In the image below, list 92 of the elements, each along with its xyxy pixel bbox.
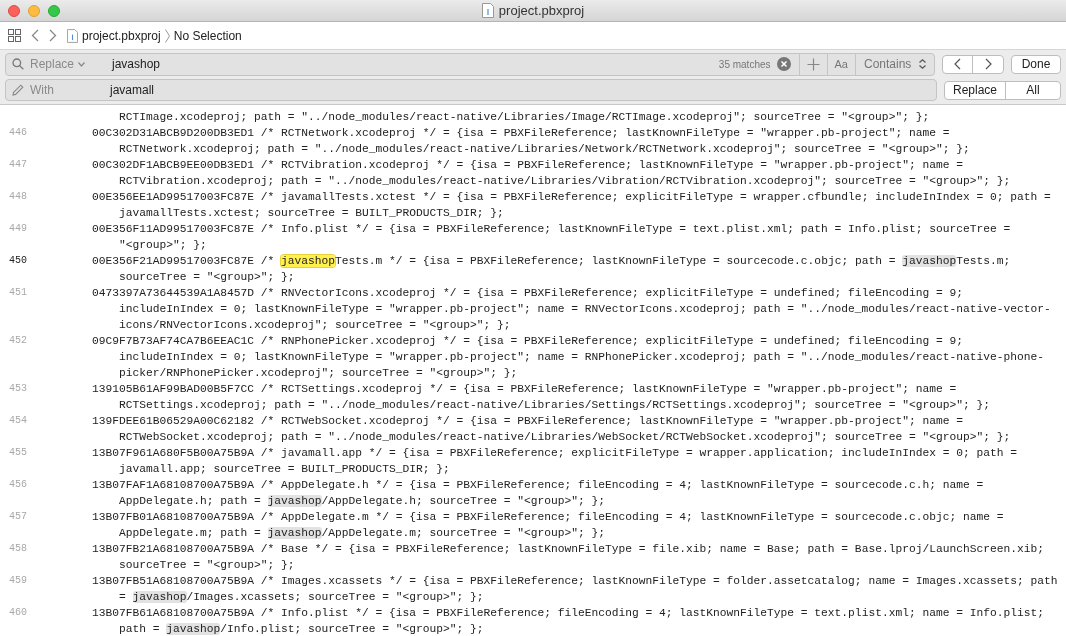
search-match: javashop bbox=[267, 527, 322, 539]
previous-next-control[interactable] bbox=[942, 54, 1004, 74]
code-text: path = bbox=[119, 623, 161, 635]
line-number: 448 bbox=[9, 191, 27, 202]
line-number: 460 bbox=[9, 607, 27, 618]
window-title: project.pbxproj bbox=[498, 1, 585, 20]
code-text: AppDelegate.h; path = bbox=[119, 495, 262, 507]
search-match: javashop bbox=[166, 623, 221, 635]
code-text: /Images.xcassets; sourceTree = "<group>"; }; bbox=[186, 591, 484, 603]
code-text: 13B07FB61A68108700A75B9A /* Info.plist */ = {isa = PBXFileReference; fileEncoding = 4; lastKnownFileType = text.plist.xml; name = Info.plist; bbox=[92, 607, 1044, 619]
code-text: 13B07FAF1A68108700A75B9A /* AppDelegate.h */ = {isa = PBXFileReference; fileEncoding = 4; lastKnownFileType = sourcecode.c.h; name = bbox=[92, 479, 984, 491]
replace-value: javamall bbox=[110, 82, 154, 99]
replace-control[interactable]: Replace All bbox=[944, 80, 1061, 100]
line-number: 447 bbox=[9, 159, 27, 170]
code-text: 00E356EE1AD99517003FC87E /* javamallTests.xctest */ = {isa = PBXFileReference; explicitFileType = wrapper.cfbundle; includeInIndex = 0; path = bbox=[92, 191, 1051, 203]
code-text: 13B07FB51A68108700A75B9A /* Images.xcassets */ = {isa = PBXFileReference; lastKnownFileType = folder.assetcatalog; name = Images.xcassets; path bbox=[92, 575, 1058, 587]
code-text: RCTVibration.xcodeproj; path = "../node_modules/react-native/Libraries/Vibration/RCTVibration.xcodeproj"; sourceTree = "<group>"; }; bbox=[119, 175, 1011, 187]
line-number: 446 bbox=[9, 127, 27, 138]
close-button[interactable] bbox=[8, 4, 20, 17]
code-text: RCTSettings.xcodeproj; path = "../node_modules/react-native/Libraries/Settings/RCTSettings.xcodeproj"; sourceTree = "<group>"; }; bbox=[119, 399, 990, 411]
line-number: 453 bbox=[9, 383, 27, 394]
add-icon[interactable] bbox=[806, 57, 820, 71]
pencil-icon bbox=[12, 84, 24, 96]
code-text: /AppDelegate.h; sourceTree = "<group>"; }; bbox=[321, 495, 606, 507]
code-text: 139FDEE61B06529A00C62182 /* RCTWebSocket.xcodeproj */ = {isa = PBXFileReference; lastKnownFileType = "wrapper.pb-project"; name = bbox=[92, 415, 963, 427]
search-match: javashop bbox=[267, 495, 322, 507]
with-label: With bbox=[30, 82, 55, 99]
code-text: 13B07FB01A68108700A75B9A /* AppDelegate.m */ = {isa = PBXFileReference; fileEncoding = 4; lastKnownFileType = sourcecode.c.objc; name = bbox=[92, 511, 1004, 523]
zoom-button[interactable] bbox=[48, 4, 60, 17]
replace-field[interactable]: With javamall bbox=[5, 79, 937, 101]
forward-icon bbox=[984, 58, 992, 70]
code-text: 13B07FB21A68108700A75B9A /* Base */ = {isa = PBXFileReference; lastKnownFileType = file.xib; name = Base; path = Base.lproj/LaunchScreen.xib; bbox=[92, 543, 1044, 555]
line-number: 450 bbox=[9, 255, 27, 266]
find-field[interactable]: Replace javashop 35 matches Aa Contains bbox=[5, 52, 935, 76]
back-icon bbox=[954, 58, 961, 70]
code-text: AppDelegate.m; path = bbox=[119, 527, 262, 539]
code-text: RCTWebSocket.xcodeproj; path = "../node_modules/react-native/Libraries/WebSocket/RCTWebSocket.xcodeproj"; sourceTree = "<group>"; }; bbox=[119, 431, 1011, 443]
line-number: 452 bbox=[9, 335, 27, 346]
forward-icon[interactable] bbox=[49, 29, 57, 42]
code-text: 139105B61AF99BAD00B5F7CC /* RCTSettings.xcodeproj */ = {isa = PBXFileReference; lastKnownFileType = "wrapper.pb-project"; name = bbox=[92, 383, 957, 395]
code-text: 0473397A73644539A1A8457D /* RNVectorIcons.xcodeproj */ = {isa = PBXFileReference; explicitFileType = undefined; fileEncoding = 9; bbox=[92, 287, 963, 299]
code-text: 13B07F961A680F5B00A75B9A /* javamall.app */ = {isa = PBXFileReference; explicitFileType = wrapper.application; includeInIndex = 0; path = bbox=[92, 447, 1017, 459]
code-text: includeInIndex = 0; lastKnownFileType = "wrapper.pb-project"; name = RNPhonePicker.xcodeproj; path = "../node_modules/react-native-phone- bbox=[119, 351, 1044, 363]
line-number: 454 bbox=[9, 415, 27, 426]
grid-icon[interactable] bbox=[8, 29, 21, 42]
back-icon[interactable] bbox=[31, 29, 39, 42]
match-count: 35 matches bbox=[718, 57, 771, 72]
file-icon bbox=[481, 3, 494, 18]
code-text: 00E356F21AD99517003FC87E /* bbox=[92, 255, 276, 267]
code-text: 09C9F7B73AF74CA7B6EEAC1C /* RNPhonePicker.xcodeproj */ = {isa = PBXFileReference; explicitFileType = undefined; fileEncoding = 9; bbox=[92, 335, 963, 347]
search-match: javashop bbox=[281, 255, 336, 267]
code-text: 00E356F11AD99517003FC87E /* Info.plist */ = {isa = PBXFileReference; lastKnownFileType = text.plist.xml; path = Info.plist; sourceTree = bbox=[92, 223, 1011, 235]
code-text: icons/RNVectorIcons.xcodeproj"; sourceTree = "<group>"; }; bbox=[119, 319, 511, 331]
line-number: 456 bbox=[9, 479, 27, 490]
code-text: javamallTests.xctest; sourceTree = BUILT_PRODUCTS_DIR; }; bbox=[119, 207, 504, 219]
code-text: javamall.app; sourceTree = BUILT_PRODUCTS_DIR; }; bbox=[119, 463, 450, 475]
code-text: = bbox=[119, 591, 127, 603]
caret-icon bbox=[78, 61, 86, 67]
search-icon bbox=[12, 58, 24, 70]
code-text: 00C302DF1ABCB9EE00DB3ED1 /* RCTVibration.xcodeproj */ = {isa = PBXFileReference; lastKnownFileType = "wrapper.pb-project"; name = bbox=[92, 159, 963, 171]
minimize-button[interactable] bbox=[28, 4, 40, 17]
code-text: includeInIndex = 0; lastKnownFileType = "wrapper.pb-project"; name = RNVectorIcons.xcodeproj; path = "../node_modules/react-native-vector- bbox=[119, 303, 1051, 315]
line-number: 459 bbox=[9, 575, 27, 586]
line-number: 455 bbox=[9, 447, 27, 458]
code-text: /AppDelegate.m; sourceTree = "<group>"; }; bbox=[321, 527, 606, 539]
match-case-button[interactable]: Aa bbox=[827, 55, 855, 73]
line-number: 457 bbox=[9, 511, 27, 522]
code-text: sourceTree = "<group>"; }; bbox=[119, 559, 295, 571]
replace-button[interactable]: Replace bbox=[945, 81, 1006, 99]
code-text: picker/RNPhonePicker.xcodeproj"; sourceTree = "<group>"; }; bbox=[119, 367, 518, 379]
clear-icon[interactable] bbox=[776, 57, 791, 71]
file-icon bbox=[67, 28, 78, 43]
search-match: javashop bbox=[132, 591, 187, 603]
search-query: javashop bbox=[112, 56, 162, 73]
line-number: 449 bbox=[9, 223, 27, 234]
search-match: javashop bbox=[902, 255, 957, 267]
line-number: 451 bbox=[9, 287, 27, 298]
match-type-dropdown[interactable]: Contains bbox=[856, 55, 934, 73]
breadcrumb-item[interactable]: project.pbxproj bbox=[82, 26, 161, 45]
code-text: Tests.m; bbox=[956, 255, 1011, 267]
chevron-icon bbox=[164, 28, 170, 43]
code-text: "<group>"; }; bbox=[119, 239, 207, 251]
code-text: RCTImage.xcodeproj; path = "../node_modules/react-native/Libraries/Image/RCTImage.xcodeproj"; sourceTree = "<group>"; }; bbox=[119, 111, 930, 123]
done-button[interactable]: Done bbox=[1011, 54, 1061, 74]
code-text: RCTNetwork.xcodeproj; path = "../node_modules/react-native/Libraries/Network/RCTNetwork.xcodeproj"; sourceTree = "<group>"; }; bbox=[119, 143, 970, 155]
code-text: sourceTree = "<group>"; }; bbox=[119, 271, 295, 283]
replace-all-button[interactable]: All bbox=[1006, 81, 1060, 99]
stepper-icon bbox=[919, 59, 926, 69]
line-number: 458 bbox=[9, 543, 27, 554]
code-text: 00C302D31ABCB9D200DB3ED1 /* RCTNetwork.xcodeproj */ = {isa = PBXFileReference; lastKnownFileType = "wrapper.pb-project"; name = bbox=[92, 127, 950, 139]
breadcrumb-item[interactable]: No Selection bbox=[173, 26, 242, 45]
code-text: /Info.plist; sourceTree = "<group>"; }; bbox=[220, 623, 484, 635]
